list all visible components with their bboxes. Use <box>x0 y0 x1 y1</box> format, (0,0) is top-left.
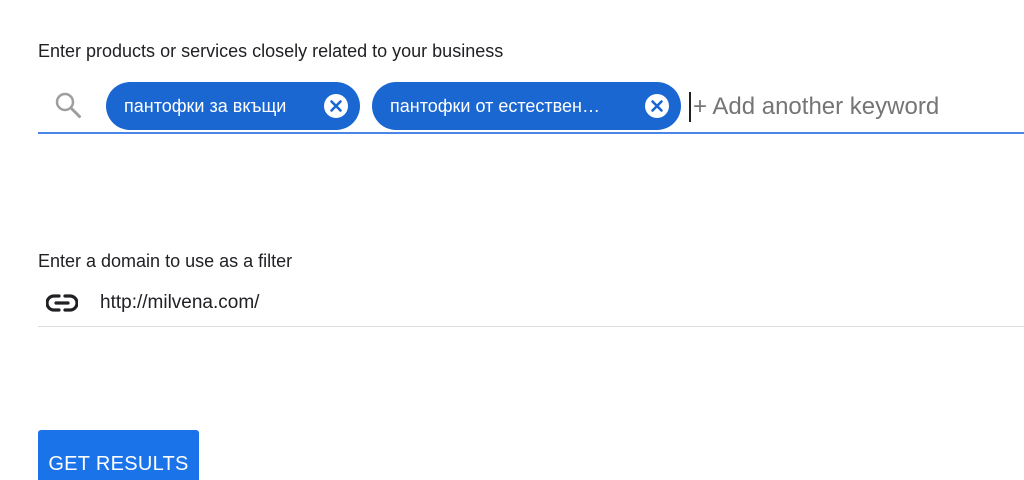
domain-input-row[interactable] <box>38 280 1024 327</box>
keyword-chip[interactable]: пантофки за вкъщи <box>106 82 360 130</box>
close-circle-icon[interactable] <box>324 94 348 118</box>
domain-section-label: Enter a domain to use as a filter <box>38 251 293 271</box>
keyword-chip-label: пантофки за вкъщи <box>124 96 287 116</box>
keyword-input-row[interactable]: пантофки за вкъщи пантофки от естествен… <box>38 80 1024 134</box>
close-circle-icon[interactable] <box>645 94 669 118</box>
keywords-section-label: Enter products or services closely relat… <box>38 41 504 61</box>
text-caret <box>689 92 691 122</box>
keyword-chip[interactable]: пантофки от естествен… <box>372 82 681 130</box>
search-icon <box>55 92 81 118</box>
link-icon <box>46 294 78 312</box>
get-results-button[interactable]: GET RESULTS <box>38 430 199 480</box>
keyword-planner-form: Enter products or services closely relat… <box>0 0 1024 480</box>
domain-filter-input[interactable] <box>100 288 700 318</box>
keyword-chip-label: пантофки от естествен… <box>390 96 600 116</box>
add-keyword-input[interactable] <box>693 88 1013 126</box>
